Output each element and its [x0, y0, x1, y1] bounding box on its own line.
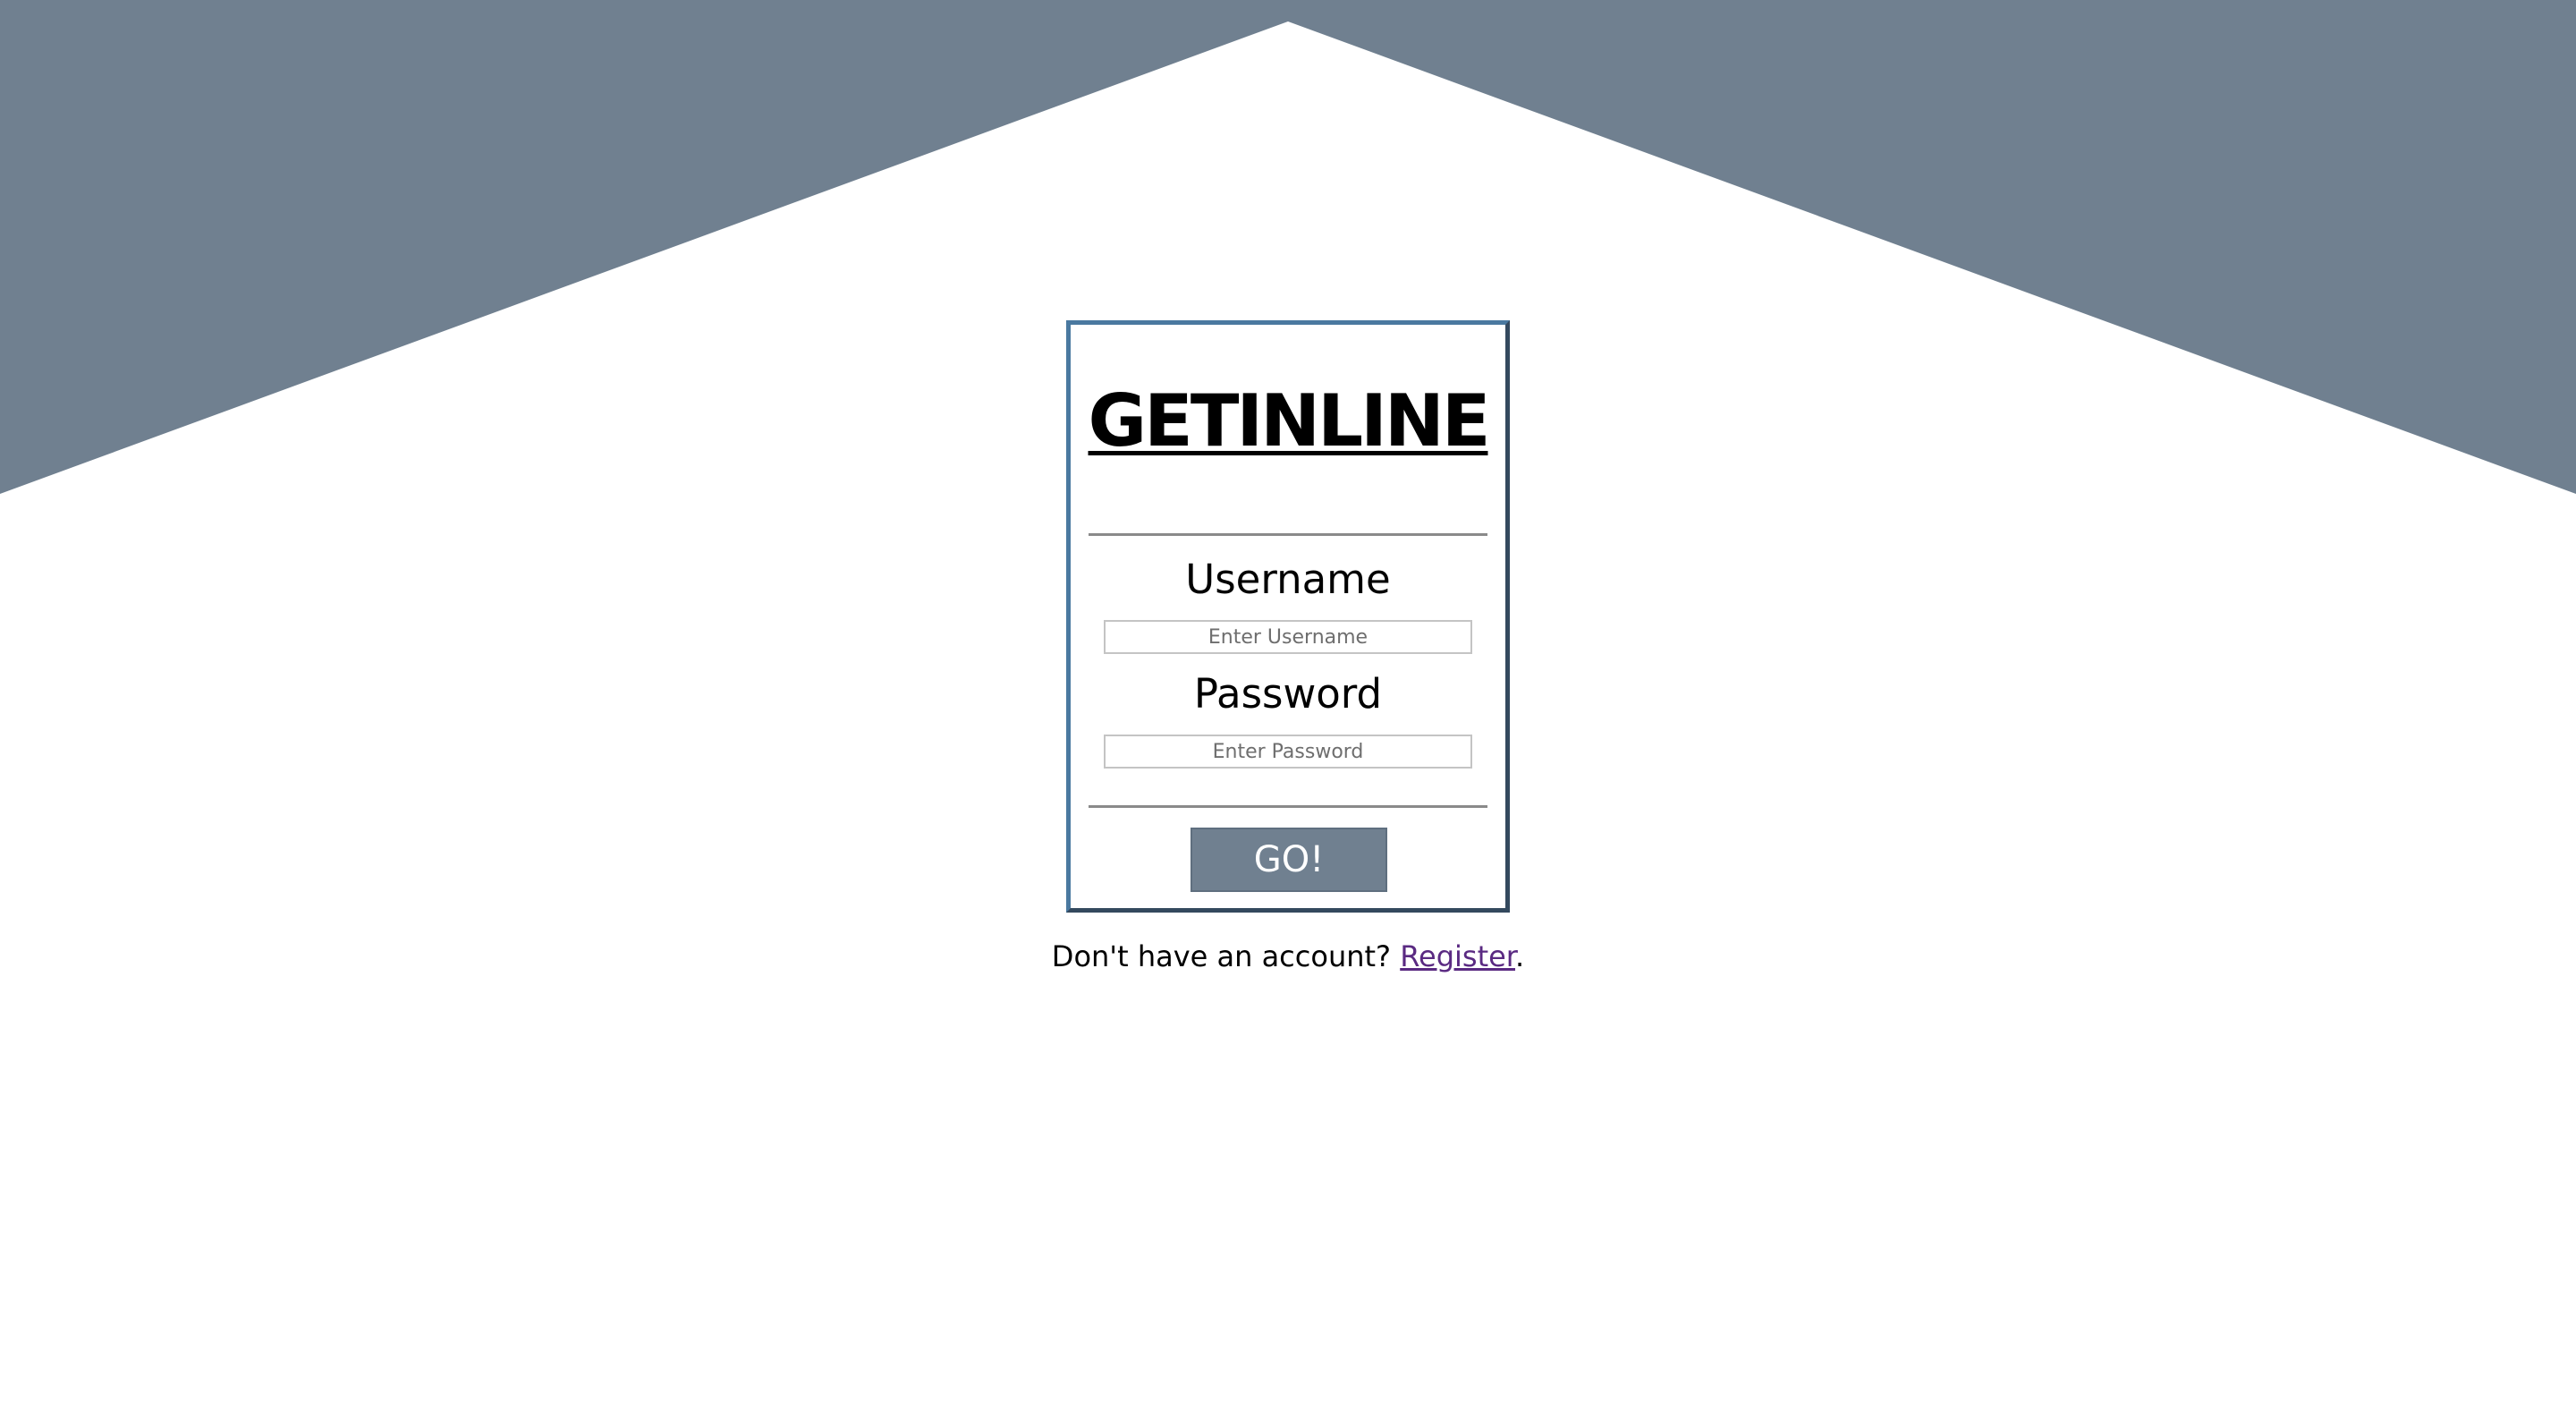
top-divider: [1089, 533, 1487, 536]
username-label: Username: [1185, 556, 1391, 603]
register-prompt-suffix: .: [1515, 939, 1525, 973]
register-link[interactable]: Register: [1400, 939, 1515, 973]
username-input[interactable]: [1104, 620, 1472, 654]
register-prompt: Don't have an account? Register.: [0, 939, 2576, 973]
go-button[interactable]: GO!: [1191, 828, 1387, 892]
login-page: GETINLINE Username Password GO! Don't ha…: [0, 0, 2576, 1410]
register-prompt-text: Don't have an account?: [1051, 939, 1401, 973]
password-input[interactable]: [1104, 735, 1472, 769]
password-label: Password: [1193, 670, 1383, 718]
logo-title: GETINLINE: [1088, 379, 1491, 463]
login-card: GETINLINE Username Password GO!: [1066, 320, 1510, 913]
bottom-divider: [1089, 805, 1487, 808]
